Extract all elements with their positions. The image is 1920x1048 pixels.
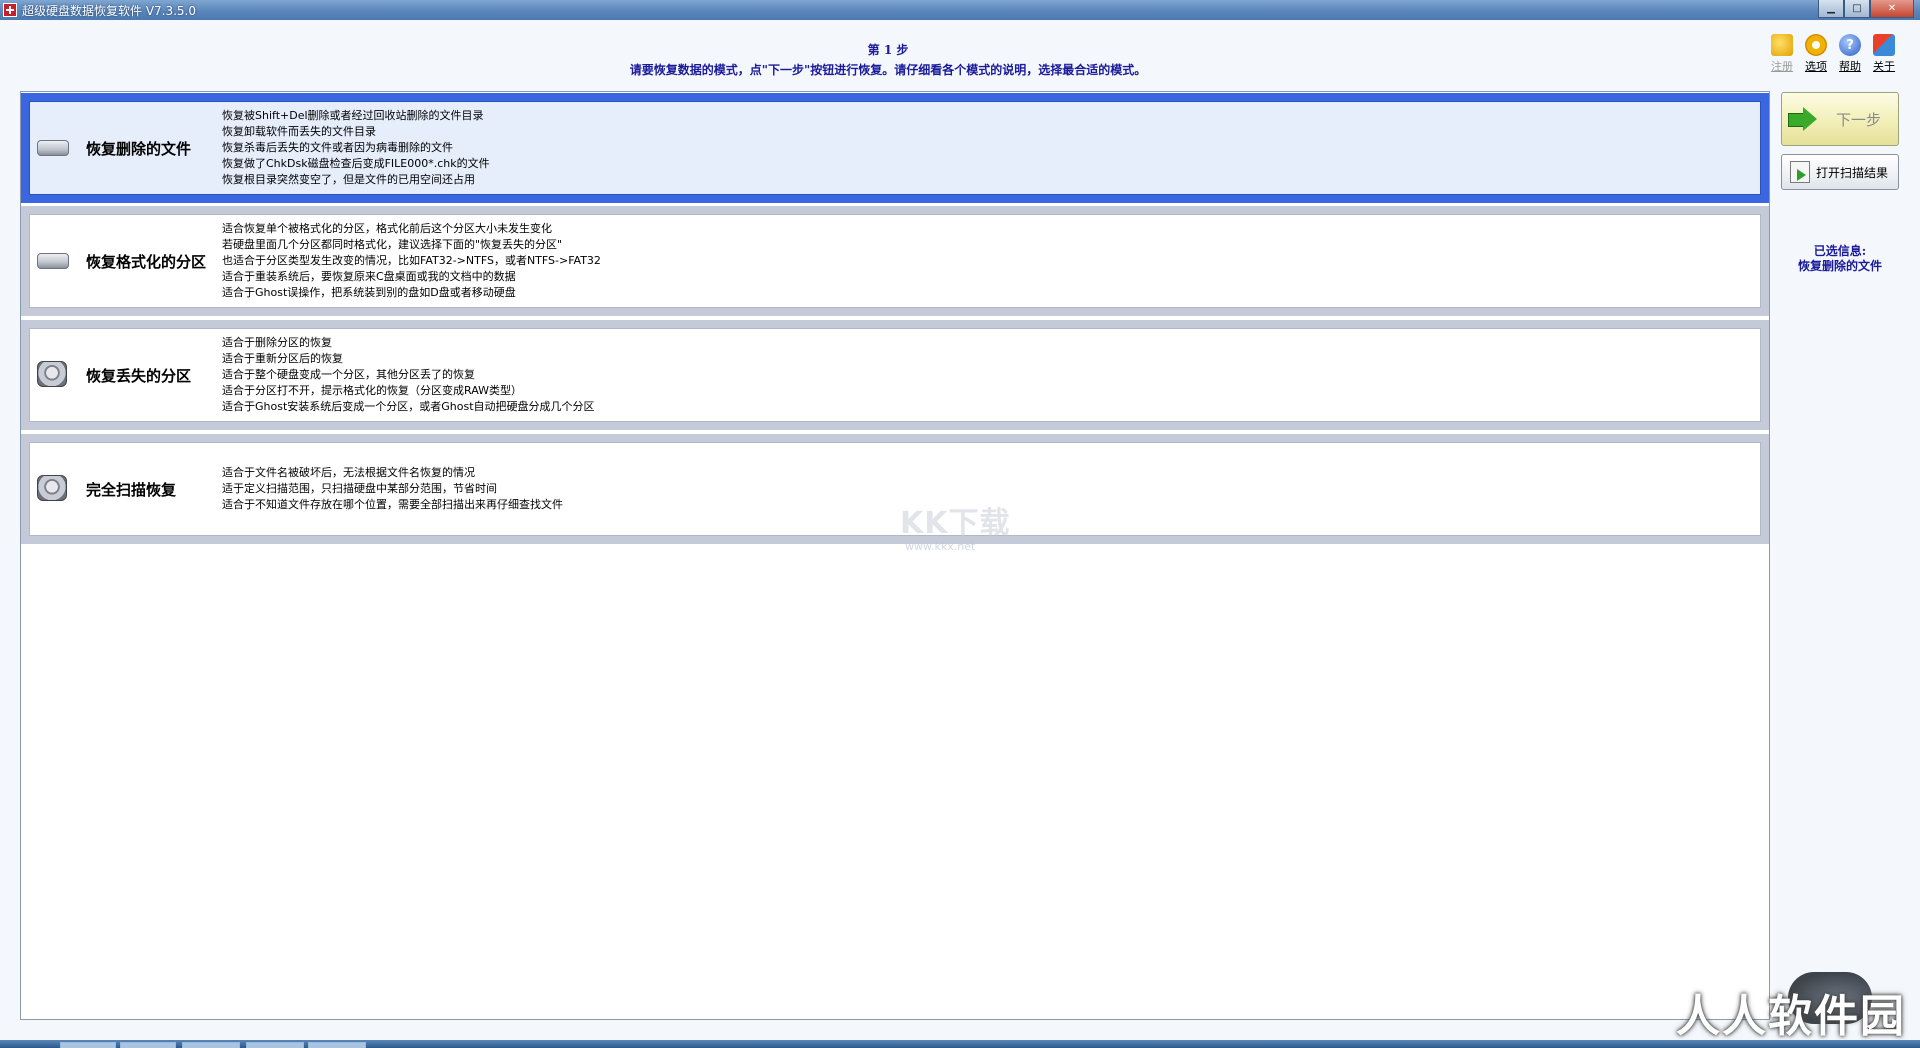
help-icon: ? xyxy=(1839,34,1861,56)
mode-card[interactable]: 恢复删除的文件 恢复被Shift+Del删除或者经过回收站删除的文件目录 恢复卸… xyxy=(29,101,1761,195)
title-bar: 超级硬盘数据恢复软件 V7.3.5.0 ▁ □ ✕ xyxy=(0,0,1920,20)
gear-icon xyxy=(1805,34,1827,56)
mode-title: 完全扫描恢复 xyxy=(86,480,177,499)
mode-desc-line: 适合于不知道文件存放在哪个位置，需要全部扫描出来再仔细查找文件 xyxy=(222,498,563,511)
open-scan-results-button[interactable]: 打开扫描结果 xyxy=(1781,154,1899,190)
next-step-button[interactable]: 下一步 xyxy=(1781,92,1899,146)
hard-drive-icon xyxy=(37,475,71,501)
mode-desc-line: 适合于文件名被破坏后，无法根据文件名恢复的情况 xyxy=(222,466,475,479)
open-file-icon xyxy=(1790,161,1810,183)
mode-description: 恢复被Shift+Del删除或者经过回收站删除的文件目录 恢复卸载软件而丢失的文… xyxy=(222,108,490,188)
step-description: 请要恢复数据的模式，点"下一步"按钮进行恢复。请仔细看各个模式的说明，选择最合适… xyxy=(629,63,1147,77)
mode-desc-line: 恢复被Shift+Del删除或者经过回收站删除的文件目录 xyxy=(222,109,484,122)
mode-desc-line: 适合恢复单个被格式化的分区，格式化前后这个分区大小未发生变化 xyxy=(222,222,552,235)
mode-desc-line: 适合于整个硬盘变成一个分区，其他分区丢了的恢复 xyxy=(222,368,475,381)
help-button[interactable]: ? 帮助 xyxy=(1836,34,1864,74)
rr-watermark: 人人软件园 xyxy=(1676,991,1906,1042)
open-scan-results-label: 打开扫描结果 xyxy=(1816,165,1889,180)
mode-desc-line: 恢复杀毒后丢失的文件或者因为病毒删除的文件 xyxy=(222,141,453,154)
toolbar: 注册 选项 ? 帮助 关于 xyxy=(1768,34,1898,74)
register-button[interactable]: 注册 xyxy=(1768,34,1796,74)
mode-option-full-scan[interactable]: 完全扫描恢复 适合于文件名被破坏后，无法根据文件名恢复的情况 适于定义扫描范围，… xyxy=(21,434,1769,544)
disk-icon xyxy=(37,249,71,273)
step-header: 第 1 步 请要恢复数据的模式，点"下一步"按钮进行恢复。请仔细看各个模式的说明… xyxy=(0,41,1776,78)
mode-option-recover-lost-partition[interactable]: 恢复丢失的分区 适合于删除分区的恢复 适合于重新分区后的恢复 适合于整个硬盘变成… xyxy=(21,320,1769,430)
taskbar-button[interactable] xyxy=(308,1042,366,1048)
mode-desc-line: 适合于删除分区的恢复 xyxy=(222,336,332,349)
mode-option-recover-formatted[interactable]: 恢复格式化的分区 适合恢复单个被格式化的分区，格式化前后这个分区大小未发生变化 … xyxy=(21,206,1769,316)
options-button[interactable]: 选项 xyxy=(1802,34,1830,74)
window-controls: ▁ □ ✕ xyxy=(1818,0,1914,18)
step-title: 第 1 步 xyxy=(867,43,909,57)
mode-card[interactable]: 恢复格式化的分区 适合恢复单个被格式化的分区，格式化前后这个分区大小未发生变化 … xyxy=(29,214,1761,308)
mode-desc-line: 适合于Ghost误操作，把系统装到别的盘如D盘或者移动硬盘 xyxy=(222,286,516,299)
close-button[interactable]: ✕ xyxy=(1870,0,1914,18)
options-label: 选项 xyxy=(1805,60,1827,73)
app-icon xyxy=(3,3,17,17)
mode-card[interactable]: 完全扫描恢复 适合于文件名被破坏后，无法根据文件名恢复的情况 适于定义扫描范围，… xyxy=(29,442,1761,536)
mode-desc-line: 若硬盘里面几个分区都同时格式化，建议选择下面的"恢复丢失的分区" xyxy=(222,238,563,251)
maximize-button[interactable]: □ xyxy=(1844,0,1870,18)
minimize-button[interactable]: ▁ xyxy=(1818,0,1844,18)
mode-title: 恢复丢失的分区 xyxy=(86,366,192,385)
mode-desc-line: 适于定义扫描范围，只扫描硬盘中某部分范围，节省时间 xyxy=(222,482,497,495)
taskbar xyxy=(0,1040,1920,1048)
mode-list-panel: 恢复删除的文件 恢复被Shift+Del删除或者经过回收站删除的文件目录 恢复卸… xyxy=(20,91,1770,1020)
kk-watermark-url: www.kkx.net xyxy=(905,540,976,553)
hard-drive-icon xyxy=(37,361,71,387)
about-button[interactable]: 关于 xyxy=(1870,34,1898,74)
taskbar-button[interactable] xyxy=(246,1042,304,1048)
kk-watermark: KK下载 xyxy=(900,506,1011,541)
mode-description: 适合恢复单个被格式化的分区，格式化前后这个分区大小未发生变化 若硬盘里面几个分区… xyxy=(222,221,601,301)
mode-description: 适合于删除分区的恢复 适合于重新分区后的恢复 适合于整个硬盘变成一个分区，其他分… xyxy=(222,335,595,415)
mode-desc-line: 适合于分区打不开，提示格式化的恢复（分区变成RAW类型） xyxy=(222,384,522,397)
mode-desc-line: 适合于Ghost安装系统后变成一个分区，或者Ghost自动把硬盘分成几个分区 xyxy=(222,400,595,413)
arrow-right-icon xyxy=(1788,107,1818,131)
next-step-label: 下一步 xyxy=(1836,110,1882,129)
taskbar-button[interactable] xyxy=(60,1042,116,1048)
window-title: 超级硬盘数据恢复软件 V7.3.5.0 xyxy=(22,3,197,18)
about-label: 关于 xyxy=(1873,60,1895,73)
mode-desc-line: 适合于重新分区后的恢复 xyxy=(222,352,343,365)
mode-description: 适合于文件名被破坏后，无法根据文件名恢复的情况 适于定义扫描范围，只扫描硬盘中某… xyxy=(222,465,563,513)
mode-desc-line: 恢复做了ChkDsk磁盘检查后变成FILE000*.chk的文件 xyxy=(222,157,490,170)
mode-title: 恢复删除的文件 xyxy=(86,139,192,158)
mode-card[interactable]: 恢复丢失的分区 适合于删除分区的恢复 适合于重新分区后的恢复 适合于整个硬盘变成… xyxy=(29,328,1761,422)
mode-desc-line: 也适合于分区类型发生改变的情况，比如FAT32->NTFS，或者NTFS->FA… xyxy=(222,254,601,267)
help-label: 帮助 xyxy=(1839,60,1861,73)
selected-info: 已选信息: 恢复删除的文件 xyxy=(1781,244,1899,274)
mode-desc-line: 恢复根目录突然变空了，但是文件的已用空间还占用 xyxy=(222,173,475,186)
disk-icon xyxy=(37,136,71,160)
register-label: 注册 xyxy=(1771,60,1793,73)
taskbar-button[interactable] xyxy=(182,1042,240,1048)
mode-desc-line: 恢复卸载软件而丢失的文件目录 xyxy=(222,125,376,138)
cart-icon xyxy=(1771,34,1793,56)
selected-info-title: 已选信息: xyxy=(1813,244,1867,258)
mode-title: 恢复格式化的分区 xyxy=(86,252,207,271)
mode-desc-line: 适合于重装系统后，要恢复原来C盘桌面或我的文档中的数据 xyxy=(222,270,516,283)
about-icon xyxy=(1873,34,1895,56)
taskbar-button[interactable] xyxy=(120,1042,176,1048)
selected-info-value: 恢复删除的文件 xyxy=(1797,259,1882,273)
mode-option-recover-deleted[interactable]: 恢复删除的文件 恢复被Shift+Del删除或者经过回收站删除的文件目录 恢复卸… xyxy=(21,93,1769,203)
